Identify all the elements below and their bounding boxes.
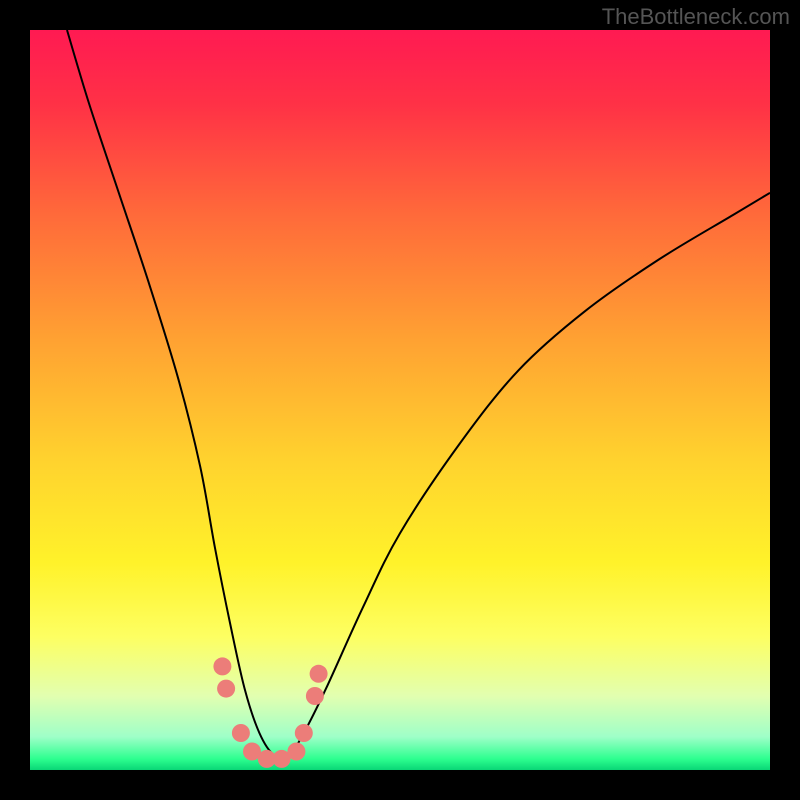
curve-marker — [306, 687, 324, 705]
curve-marker — [287, 743, 305, 761]
plot-area — [30, 30, 770, 770]
curve-marker — [295, 724, 313, 742]
curve-marker — [217, 680, 235, 698]
curve-marker — [213, 657, 231, 675]
watermark-text: TheBottleneck.com — [602, 4, 790, 30]
curve-layer — [30, 30, 770, 770]
curve-marker — [310, 665, 328, 683]
outer-frame: TheBottleneck.com — [0, 0, 800, 800]
curve-marker — [232, 724, 250, 742]
bottleneck-curve-path — [67, 30, 770, 758]
marker-group — [213, 657, 327, 768]
